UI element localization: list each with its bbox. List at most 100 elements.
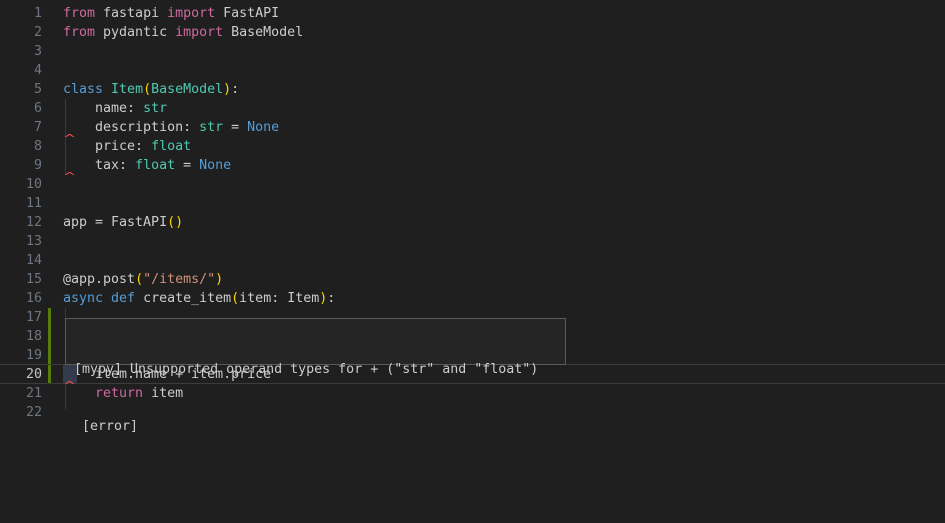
line-content[interactable]: app = FastAPI() bbox=[63, 213, 945, 232]
modified-gutter-bar bbox=[48, 346, 51, 365]
line-number[interactable]: 14 bbox=[0, 251, 42, 270]
code-token: ) bbox=[215, 272, 223, 287]
line-number[interactable]: 6 bbox=[0, 99, 42, 118]
diagnostic-message: [mypy] Unsupported operand types for + (… bbox=[74, 360, 557, 379]
code-token: ) bbox=[223, 82, 231, 97]
code-token: from bbox=[63, 6, 95, 21]
code-line[interactable]: 15 @app.post("/items/") bbox=[0, 270, 945, 289]
code-editor[interactable]: 1 from fastapi import FastAPI 2 from pydant… bbox=[0, 0, 945, 523]
code-line[interactable]: 6 name: str bbox=[0, 99, 945, 118]
code-token bbox=[103, 291, 111, 306]
code-token: BaseModel bbox=[223, 25, 303, 40]
line-content[interactable]: class Item(BaseModel): bbox=[63, 80, 945, 99]
code-line[interactable]: 8 price: float bbox=[0, 137, 945, 156]
code-line[interactable]: 3 bbox=[0, 42, 945, 61]
code-token: def bbox=[111, 291, 135, 306]
code-token: None bbox=[199, 158, 231, 173]
code-token: () bbox=[167, 215, 183, 230]
line-number[interactable]: 7 bbox=[0, 118, 42, 137]
code-token: str bbox=[143, 101, 167, 116]
code-token: class bbox=[63, 82, 103, 97]
code-token: from bbox=[63, 25, 95, 40]
code-line[interactable]: 16 async def create_item(item: Item): bbox=[0, 289, 945, 308]
line-number[interactable]: 3 bbox=[0, 42, 42, 61]
code-token: ( bbox=[135, 272, 143, 287]
line-number[interactable]: 2 bbox=[0, 23, 42, 42]
line-content[interactable]: @app.post("/items/") bbox=[63, 270, 945, 289]
code-token: import bbox=[175, 25, 223, 40]
code-token: BaseModel bbox=[151, 82, 223, 97]
code-line[interactable]: 1 from fastapi import FastAPI bbox=[0, 4, 945, 23]
line-content[interactable]: name: str bbox=[63, 99, 945, 118]
code-line[interactable]: 4 bbox=[0, 61, 945, 80]
line-number[interactable]: 15 bbox=[0, 270, 42, 289]
code-token: : bbox=[231, 82, 239, 97]
line-number[interactable]: 10 bbox=[0, 175, 42, 194]
line-content[interactable]: from fastapi import FastAPI bbox=[63, 4, 945, 23]
line-number[interactable]: 11 bbox=[0, 194, 42, 213]
line-number[interactable]: 20 bbox=[0, 365, 42, 384]
code-line[interactable]: 7 description: str = None^ bbox=[0, 118, 945, 137]
code-token: pydantic bbox=[95, 25, 175, 40]
diagnostic-tooltip: [mypy] Unsupported operand types for + (… bbox=[65, 318, 566, 365]
indent-guide bbox=[65, 99, 66, 118]
code-token: : bbox=[327, 291, 335, 306]
code-line[interactable]: 9 tax: float = None^ bbox=[0, 156, 945, 175]
code-token: import bbox=[167, 6, 215, 21]
code-token: price: bbox=[63, 139, 151, 154]
code-token: str bbox=[199, 120, 223, 135]
code-token: create_item bbox=[135, 291, 231, 306]
code-token: @app.post bbox=[63, 272, 135, 287]
line-content[interactable] bbox=[63, 175, 945, 194]
line-number[interactable]: 16 bbox=[0, 289, 42, 308]
code-token: async bbox=[63, 291, 103, 306]
line-content[interactable] bbox=[63, 232, 945, 251]
modified-gutter-bar bbox=[48, 365, 51, 384]
code-token: = bbox=[223, 120, 247, 135]
line-content[interactable] bbox=[63, 194, 945, 213]
code-token: app = FastAPI bbox=[63, 215, 167, 230]
code-line[interactable]: 13 bbox=[0, 232, 945, 251]
code-line[interactable]: 12 app = FastAPI() bbox=[0, 213, 945, 232]
line-content[interactable]: price: float bbox=[63, 137, 945, 156]
code-token: ( bbox=[143, 82, 151, 97]
code-token: = bbox=[175, 158, 199, 173]
code-line[interactable]: 2 from pydantic import BaseModel bbox=[0, 23, 945, 42]
line-number[interactable]: 18 bbox=[0, 327, 42, 346]
code-token: ( bbox=[231, 291, 239, 306]
line-content[interactable]: from pydantic import BaseModel bbox=[63, 23, 945, 42]
line-number[interactable]: 21 bbox=[0, 384, 42, 403]
code-line[interactable]: 14 bbox=[0, 251, 945, 270]
code-token: None bbox=[247, 120, 279, 135]
line-content[interactable] bbox=[63, 251, 945, 270]
line-number[interactable]: 4 bbox=[0, 61, 42, 80]
code-line[interactable]: 11 bbox=[0, 194, 945, 213]
line-number[interactable]: 12 bbox=[0, 213, 42, 232]
code-token bbox=[103, 82, 111, 97]
line-number[interactable]: 13 bbox=[0, 232, 42, 251]
line-content[interactable]: async def create_item(item: Item): bbox=[63, 289, 945, 308]
line-number[interactable]: 9 bbox=[0, 156, 42, 175]
line-number[interactable]: 5 bbox=[0, 80, 42, 99]
line-number[interactable]: 8 bbox=[0, 137, 42, 156]
line-number[interactable]: 1 bbox=[0, 4, 42, 23]
line-number[interactable]: 19 bbox=[0, 346, 42, 365]
code-line[interactable]: 10 bbox=[0, 175, 945, 194]
indent-guide bbox=[65, 403, 66, 409]
line-content[interactable] bbox=[63, 42, 945, 61]
line-number[interactable]: 22 bbox=[0, 403, 42, 422]
line-content[interactable]: tax: float = None^ bbox=[63, 156, 945, 175]
error-squiggle-icon: ^ bbox=[64, 171, 75, 182]
code-token: float bbox=[135, 158, 175, 173]
code-token: name: bbox=[63, 101, 143, 116]
line-content[interactable] bbox=[63, 61, 945, 80]
line-content[interactable]: description: str = None^ bbox=[63, 118, 945, 137]
code-line[interactable]: 5 class Item(BaseModel): bbox=[0, 80, 945, 99]
line-number[interactable]: 17 bbox=[0, 308, 42, 327]
code-token: fastapi bbox=[95, 6, 167, 21]
code-token: "/items/" bbox=[143, 272, 215, 287]
code-token: FastAPI bbox=[215, 6, 279, 21]
code-token: float bbox=[151, 139, 191, 154]
error-squiggle-icon: ^ bbox=[64, 133, 75, 144]
modified-gutter-bar bbox=[48, 327, 51, 346]
